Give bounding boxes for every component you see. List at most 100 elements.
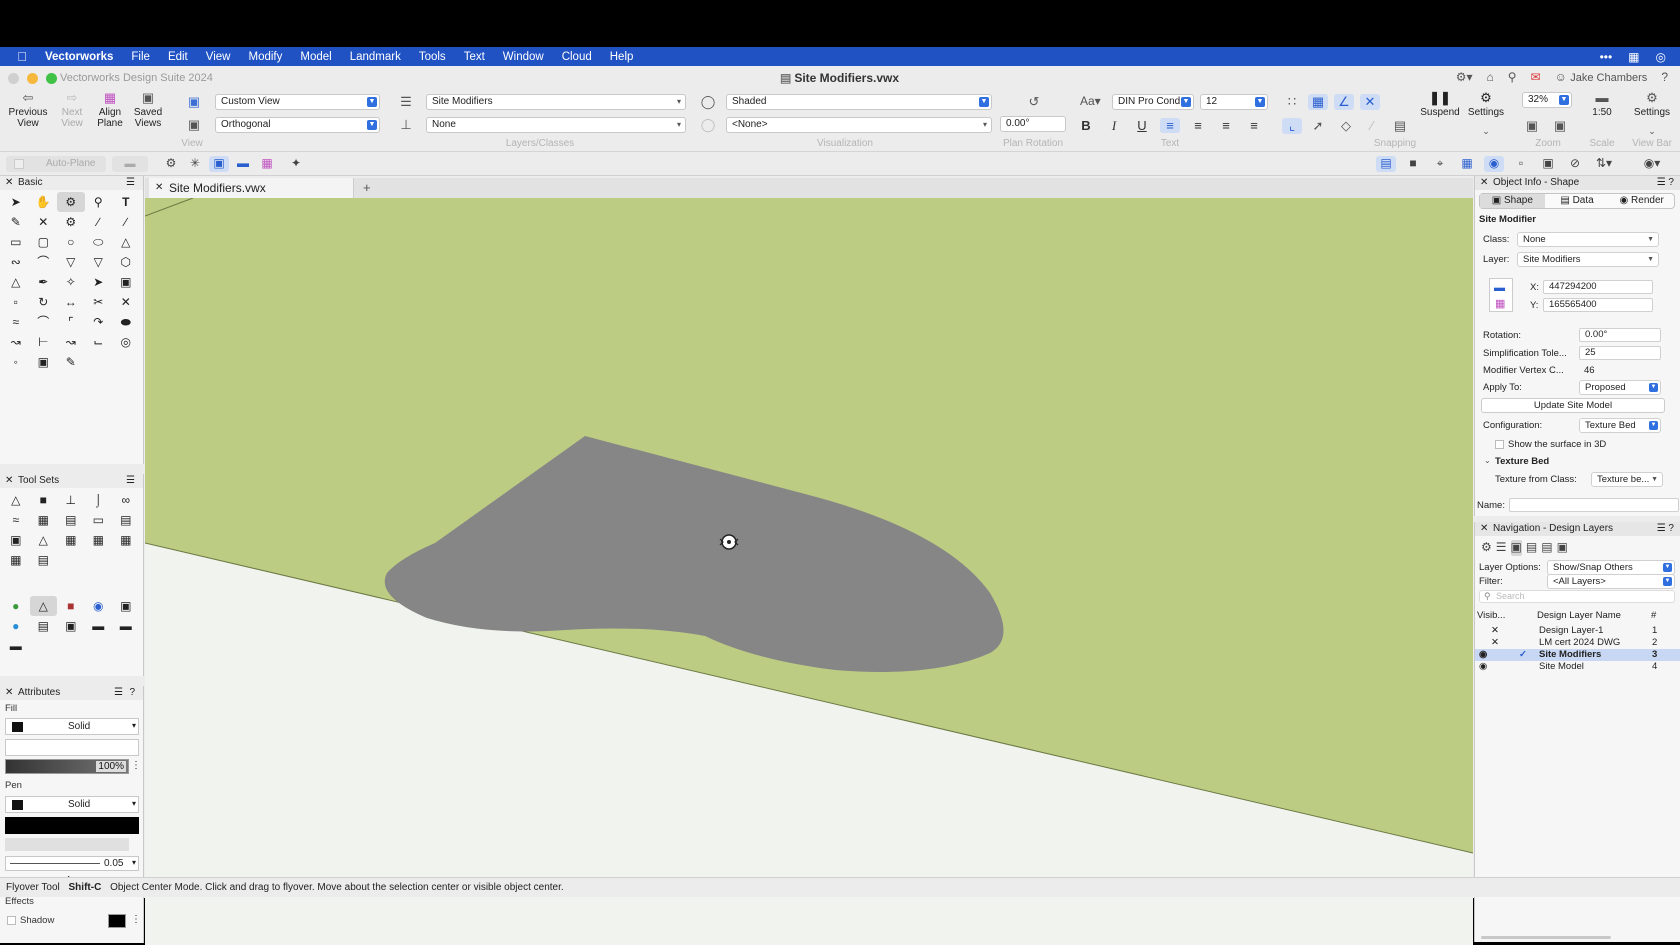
siri-icon[interactable]: ◎ [1656, 50, 1666, 64]
pan-tool-icon[interactable]: ✋ [30, 192, 58, 212]
grid-icon[interactable]: ▦ [1457, 156, 1477, 172]
close-tab-icon[interactable]: ✕ [155, 178, 163, 198]
rectangle-tool-icon[interactable]: ▭ [2, 232, 30, 252]
circle-tool-icon[interactable]: ○ [57, 232, 85, 252]
align-center-button[interactable]: ≡ [1188, 118, 1208, 133]
irrigation-set-icon[interactable]: ● [2, 616, 30, 636]
arc-tool-icon[interactable]: △ [112, 232, 140, 252]
regular-polygon-tool-icon[interactable]: ⬡ [112, 252, 140, 272]
drawing-canvas[interactable] [145, 198, 1473, 945]
user-account[interactable]: ☺ Jake Chambers [1555, 70, 1648, 84]
more-options-icon[interactable]: ⋮ [131, 760, 141, 771]
scale-button[interactable]: ▬ 1:50 [1582, 91, 1622, 118]
nav-sheet-layers-icon[interactable]: ▤ [1526, 540, 1537, 556]
menu-window[interactable]: Window [494, 51, 553, 63]
control-center-icon[interactable]: ▦ [1628, 50, 1639, 64]
crosshair-icon[interactable]: ⌖ [1430, 156, 1450, 172]
sheet-tool-icon[interactable]: ▤ [112, 510, 140, 530]
object-center-mode-icon[interactable]: ▣ [209, 156, 229, 172]
position-proxy[interactable]: ▬ ▦ [1489, 278, 1513, 312]
x-field[interactable]: 447294200 [1543, 280, 1653, 294]
gear-menu-icon[interactable]: ⚙▾ [1456, 70, 1473, 84]
callout-tool-icon[interactable]: ✎ [2, 212, 30, 232]
render-settings-icon[interactable]: ◉▾ [1642, 156, 1662, 172]
snap-settings-button[interactable]: ⚙ Settings [1464, 91, 1508, 118]
texture-class-select[interactable]: Texture be... ▼ [1591, 472, 1663, 487]
fit-to-objects-icon[interactable]: ▣ [1522, 118, 1542, 134]
close-icon[interactable]: ✕ [5, 176, 13, 190]
page-tool-icon[interactable]: ▭ [85, 510, 113, 530]
shadow-checkbox[interactable] [7, 916, 16, 925]
triangle-tool-icon[interactable]: △ [2, 272, 30, 292]
previous-view-button[interactable]: ⇦ Previous View [6, 91, 50, 129]
building-tool-icon[interactable]: ■ [30, 490, 58, 510]
snap-grid-icon[interactable]: ∷ [1282, 94, 1302, 110]
tab-shape[interactable]: ▣ Shape [1480, 194, 1545, 208]
configuration-select[interactable]: Texture Bed ▼ [1579, 418, 1661, 433]
pen-opacity-slider[interactable] [5, 838, 129, 851]
camera-icon[interactable]: ■ [1403, 156, 1423, 172]
menu-help[interactable]: Help [601, 51, 643, 63]
bench-tool-icon[interactable]: ▦ [2, 550, 30, 570]
snap-working-plane-icon[interactable]: ▤ [1390, 118, 1410, 134]
image-icon[interactable]: ▣ [1538, 156, 1558, 172]
snap-intersection-icon[interactable]: ✕ [1360, 94, 1380, 110]
layer-options-select[interactable]: Show/Snap Others ▼ [1547, 560, 1675, 575]
y-field[interactable]: 165565400 [1543, 298, 1653, 312]
plane-options-button[interactable]: ▬ [112, 156, 148, 172]
oval-tool-icon[interactable]: ⬭ [85, 232, 113, 252]
help-icon[interactable]: ? [129, 686, 135, 700]
snap-distance-icon[interactable]: ⌞ [1282, 118, 1302, 134]
move-tool-icon[interactable]: ↝ [2, 332, 30, 352]
menu-cloud[interactable]: Cloud [553, 51, 601, 63]
hidden-icon[interactable]: ✕ [1491, 625, 1499, 637]
menu-edit[interactable]: Edit [159, 51, 197, 63]
polygon-tool-icon[interactable]: ▽ [57, 252, 85, 272]
show-surface-checkbox[interactable] [1495, 440, 1504, 449]
constrained-dimension-tool-icon[interactable]: ↝ [57, 332, 85, 352]
plan-rotation-icon[interactable]: ↺ [1024, 94, 1044, 110]
layer-row[interactable]: ✕ LM cert 2024 DWG 2 [1475, 637, 1680, 649]
visibility-icon[interactable]: ◉ [1484, 156, 1504, 172]
fillet-tool-icon[interactable]: ⌒ [30, 312, 58, 332]
filter-select[interactable]: <All Layers> ▼ [1547, 574, 1675, 589]
visualization-set-icon[interactable]: ◉ [85, 596, 113, 616]
visible-eye-icon[interactable]: ◉ [1479, 649, 1487, 661]
menu-icon[interactable]: ☰ [126, 474, 135, 488]
double-line-tool-icon[interactable]: ∕ [112, 212, 140, 232]
minimize-window-button[interactable] [27, 73, 38, 84]
menu-landmark[interactable]: Landmark [341, 51, 410, 63]
font-select[interactable]: DIN Pro Cond ▼ [1112, 94, 1194, 110]
rounded-rectangle-tool-icon[interactable]: ▢ [30, 232, 58, 252]
grid-tool-icon[interactable]: ▦ [57, 530, 85, 550]
viewbar-settings-button[interactable]: ⚙ Settings [1630, 91, 1674, 118]
close-icon[interactable]: ✕ [1480, 176, 1488, 190]
fit-to-page-icon[interactable]: ▣ [1550, 118, 1570, 134]
column-number[interactable]: # [1651, 610, 1656, 621]
stake-tool-icon[interactable]: ⌙ [85, 332, 113, 352]
line-tool-icon[interactable]: ∕ [85, 212, 113, 232]
flyover-mode-icon[interactable]: ⚙ [161, 156, 181, 172]
menu-tools[interactable]: Tools [410, 51, 455, 63]
view-tool-icon[interactable]: ◎ [112, 332, 140, 352]
italic-button[interactable]: I [1104, 118, 1124, 134]
fill-style-select[interactable]: Solid ▾ [5, 718, 139, 735]
rotate-tool-icon[interactable]: ↻ [30, 292, 58, 312]
survey-tool-icon[interactable]: ⊥ [57, 490, 85, 510]
plant-tool-icon[interactable]: ▦ [85, 530, 113, 550]
apple-icon[interactable]:  [8, 49, 36, 64]
furniture-tool-icon[interactable]: ▤ [30, 550, 58, 570]
detailing-set-icon[interactable]: ▤ [30, 616, 58, 636]
fabrication-set-icon[interactable]: ▬ [112, 616, 140, 636]
menu-file[interactable]: File [122, 51, 159, 63]
align-left-button[interactable]: ≡ [1160, 118, 1180, 133]
landmark-set-icon[interactable]: ● [2, 596, 30, 616]
flyover-tool-icon[interactable]: ⚙ [57, 192, 85, 212]
zoom-select[interactable]: 32% ▼ [1522, 92, 1572, 108]
close-icon[interactable]: ✕ [5, 474, 13, 488]
group-tool-icon[interactable]: ▣ [112, 272, 140, 292]
split-tool-icon[interactable]: ✂ [85, 292, 113, 312]
dimension-tool-icon[interactable]: ⊢ [30, 332, 58, 352]
align-right-button[interactable]: ≡ [1216, 118, 1236, 133]
wall-tool-icon[interactable]: ▦ [30, 510, 58, 530]
